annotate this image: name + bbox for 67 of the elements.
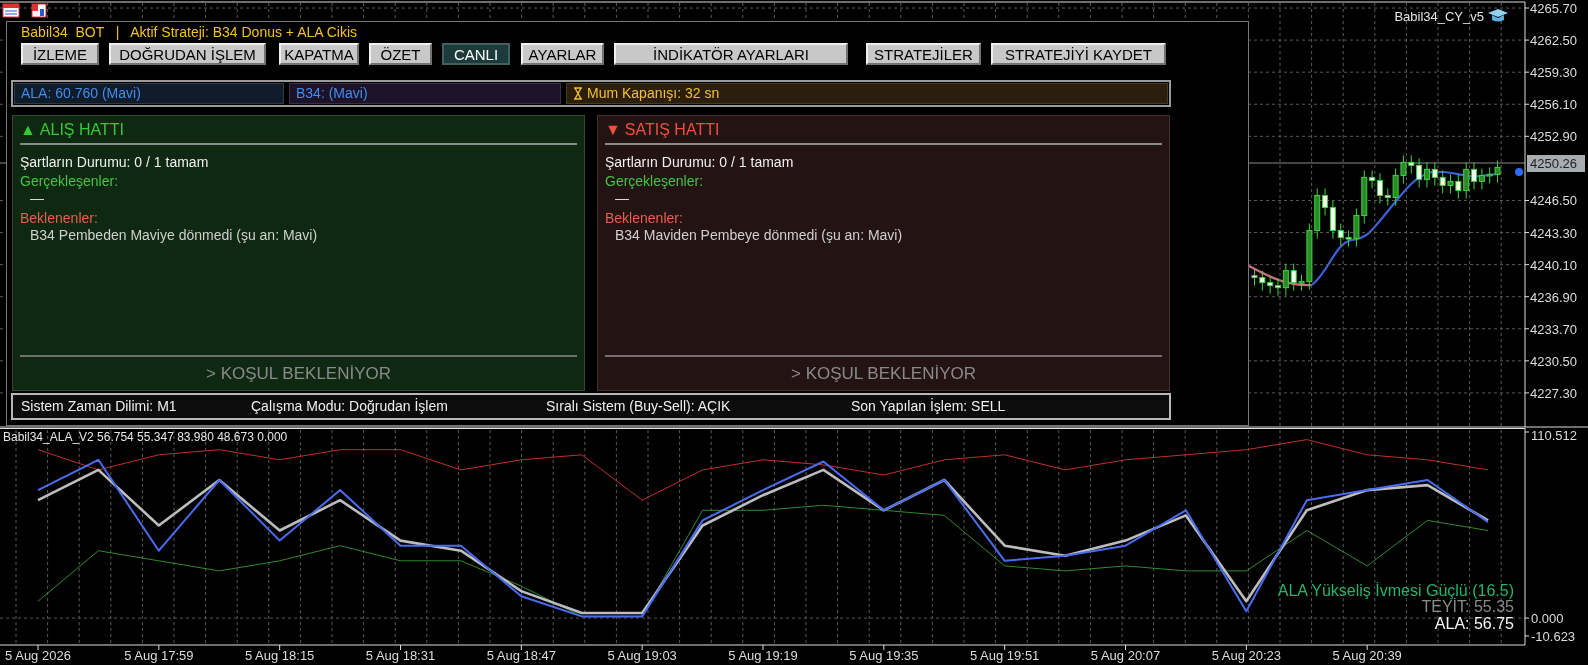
pending-item: B34 Maviden Pembeye dönmedi (şu an: Mavi) bbox=[615, 227, 904, 244]
axis-label: 0.000 bbox=[1531, 611, 1564, 627]
time-label: 5 Aug 18:47 bbox=[486, 648, 557, 663]
tab[interactable]: AYARLAR bbox=[521, 43, 604, 65]
time-label: 5 Aug 20:39 bbox=[1332, 648, 1402, 663]
price-label: 4262.50 bbox=[1530, 33, 1577, 49]
condition-status: Şartların Durumu: 0 / 1 tamam bbox=[20, 154, 210, 171]
price-marker-icon bbox=[1515, 168, 1523, 176]
price-label: 4230.50 bbox=[1530, 353, 1577, 369]
pending-label: Beklenenler: bbox=[20, 210, 99, 227]
current-price-label: 4250.26 bbox=[1527, 155, 1585, 172]
down-triangle-icon: ▼ bbox=[605, 120, 621, 140]
pending-label: Beklenenler: bbox=[605, 210, 684, 227]
time-label: 5 Aug 20:23 bbox=[1211, 648, 1282, 663]
status-text: Çalışma Modu: Doğrudan İşlem bbox=[251, 397, 449, 416]
price-label: 4236.90 bbox=[1530, 289, 1577, 305]
indicator-title: Babil34_ALA_V2 56.754 55.347 83.980 48.673 0.000 bbox=[3, 430, 288, 444]
met-label: Gerçekleşenler: bbox=[20, 173, 120, 190]
price-label: 4246.50 bbox=[1530, 193, 1577, 209]
signal-label: ALA Yükseliş İvmesi Güçlü (16.5) bbox=[1277, 582, 1514, 599]
tab[interactable]: İNDİKATÖR AYARLARI bbox=[614, 43, 848, 65]
time-label: 5 Aug 19:51 bbox=[969, 648, 1040, 663]
tab[interactable]: STRATEJİLER bbox=[866, 43, 981, 65]
status-text: Sistem Zaman Dilimi: M1 bbox=[21, 397, 178, 416]
time-label: 5 Aug 17:59 bbox=[124, 648, 194, 663]
met-item: — bbox=[30, 190, 45, 207]
price-label: 4252.90 bbox=[1530, 129, 1577, 145]
section-heading: ALIŞ HATTI bbox=[39, 120, 124, 140]
confirmation-value: TEYİT: 55.35 bbox=[1421, 598, 1514, 615]
tab[interactable]: DOĞRUDAN İŞLEM bbox=[109, 43, 266, 65]
price-label: 4259.30 bbox=[1530, 65, 1577, 81]
panel-title: Babil34 BOT | Aktif Strateji: B34 Donus + ALA Cikis bbox=[21, 23, 359, 42]
axis-label: 110.512 bbox=[1531, 428, 1578, 443]
met-label: Gerçekleşenler: bbox=[605, 173, 705, 190]
price-label: 4240.10 bbox=[1530, 257, 1577, 273]
indicator-value: ALA: 56.75 bbox=[1434, 615, 1514, 632]
time-label: 5 Aug 19:19 bbox=[728, 648, 798, 663]
waiting-status: > KOŞUL BEKLENİYOR bbox=[791, 362, 976, 385]
price-label: 4256.10 bbox=[1530, 97, 1577, 113]
graduation-cap-icon bbox=[1488, 9, 1508, 22]
tab[interactable]: KAPATMA bbox=[279, 43, 359, 65]
time-label: 5 Aug 18:15 bbox=[244, 648, 315, 663]
met-item: — bbox=[615, 190, 630, 207]
indicator-name: Babil34_CY_v5 bbox=[1394, 9, 1484, 24]
price-label: 4233.70 bbox=[1530, 321, 1577, 337]
time-label: 5 Aug 19:35 bbox=[849, 648, 919, 663]
pending-item: B34 Pembeden Maviye dönmedi (şu an: Mavi) bbox=[30, 227, 319, 244]
time-label: 5 Aug 20:07 bbox=[1090, 648, 1161, 663]
tab[interactable]: İZLEME bbox=[21, 43, 99, 65]
status-text: Son Yapılan İşlem: SELL bbox=[851, 397, 1006, 416]
document-icon[interactable] bbox=[31, 3, 47, 18]
price-label: 4227.30 bbox=[1530, 385, 1577, 401]
time-label: 5 Aug 2026 bbox=[5, 648, 71, 663]
axis-label: -10.623 bbox=[1531, 628, 1576, 644]
tab[interactable]: ÖZET bbox=[369, 43, 432, 65]
status-text: Sıralı Sistem (Buy-Sell): AÇIK bbox=[546, 397, 732, 416]
tab[interactable]: STRATEJİYİ KAYDET bbox=[991, 43, 1166, 65]
time-label: 5 Aug 18:31 bbox=[365, 648, 436, 663]
time-label: 5 Aug 19:03 bbox=[607, 648, 677, 663]
price-label: 4265.70 bbox=[1530, 1, 1577, 16]
section-heading: SATIŞ HATTI bbox=[624, 120, 720, 140]
condition-status: Şartların Durumu: 0 / 1 tamam bbox=[605, 154, 795, 171]
tab[interactable]: CANLI bbox=[442, 43, 510, 65]
up-triangle-icon: ▲ bbox=[20, 120, 36, 140]
table-icon[interactable] bbox=[2, 3, 20, 18]
waiting-status: > KOŞUL BEKLENİYOR bbox=[206, 362, 391, 385]
price-label: 4243.30 bbox=[1530, 225, 1577, 241]
